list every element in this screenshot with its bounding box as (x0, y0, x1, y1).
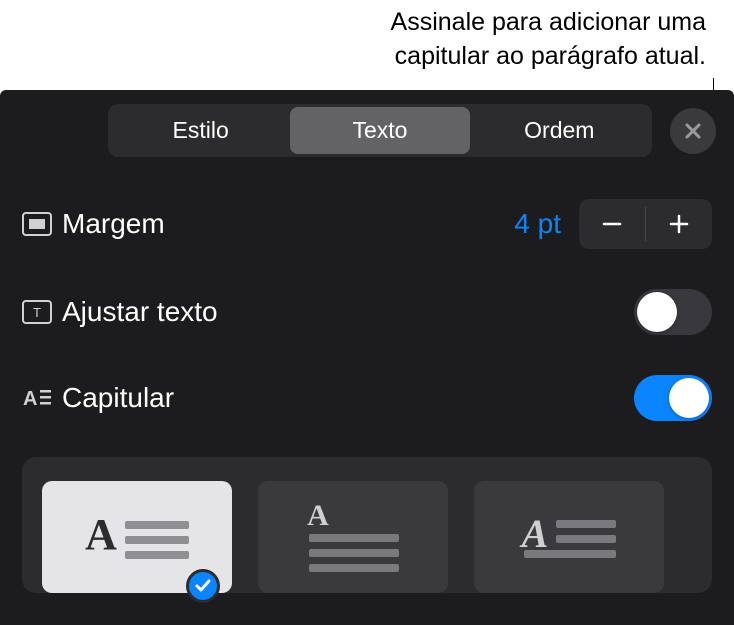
svg-text:T: T (33, 305, 41, 320)
svg-text:A: A (23, 388, 37, 410)
drop-cap-style-2[interactable]: A (258, 481, 448, 593)
drop-cap-letter-icon: A (85, 515, 117, 555)
tab-arrange[interactable]: Ordem (470, 107, 649, 154)
toggle-knob (669, 378, 709, 418)
close-button[interactable] (670, 108, 716, 154)
drop-cap-style-3[interactable]: A (474, 481, 664, 593)
callout-line-1: Assinale para adicionar uma (391, 6, 706, 40)
plus-icon (668, 213, 690, 235)
margin-value: 4 pt (514, 208, 561, 240)
shrink-text-row: T Ajustar texto (22, 269, 712, 355)
text-lines-icon (125, 515, 189, 559)
tab-style[interactable]: Estilo (111, 107, 290, 154)
check-icon (194, 577, 212, 595)
callout-text: Assinale para adicionar uma capitular ao… (391, 6, 706, 74)
margin-stepper (579, 199, 712, 249)
selected-check-badge (186, 569, 220, 603)
shrink-text-icon: T (22, 300, 62, 324)
rows-container: Margem 4 pt T Ajustar texto (0, 167, 734, 457)
style-preview-3: A (522, 516, 617, 558)
segmented-tabs: Estilo Texto Ordem (108, 104, 652, 157)
drop-cap-row: A Capitular (22, 355, 712, 441)
drop-cap-styles-panel: A A (22, 457, 712, 593)
shrink-text-label: Ajustar texto (62, 296, 634, 328)
drop-cap-label: Capitular (62, 382, 634, 414)
tabs-row: Estilo Texto Ordem (0, 90, 734, 167)
callout-line-2: capitular ao parágrafo atual. (391, 40, 706, 74)
drop-cap-style-1[interactable]: A (42, 481, 232, 593)
margin-row: Margem 4 pt (22, 179, 712, 269)
minus-icon (601, 213, 623, 235)
margin-label: Margem (62, 208, 514, 240)
drop-cap-icon: A (22, 386, 62, 410)
margin-increase-button[interactable] (646, 199, 712, 249)
shrink-text-toggle[interactable] (634, 289, 712, 335)
drop-cap-letter-icon: A (307, 502, 329, 529)
drop-cap-letter-icon: A (522, 516, 549, 552)
text-lines-icon (337, 502, 399, 572)
margin-decrease-button[interactable] (579, 199, 645, 249)
style-preview-2: A (307, 502, 399, 572)
tab-text[interactable]: Texto (290, 107, 469, 154)
drop-cap-toggle[interactable] (634, 375, 712, 421)
text-lines-icon (556, 516, 616, 558)
toggle-knob (637, 292, 677, 332)
format-panel: Estilo Texto Ordem Margem 4 pt (0, 90, 734, 625)
style-preview-1: A (85, 515, 189, 559)
close-icon (683, 121, 703, 141)
margin-icon (22, 212, 62, 236)
